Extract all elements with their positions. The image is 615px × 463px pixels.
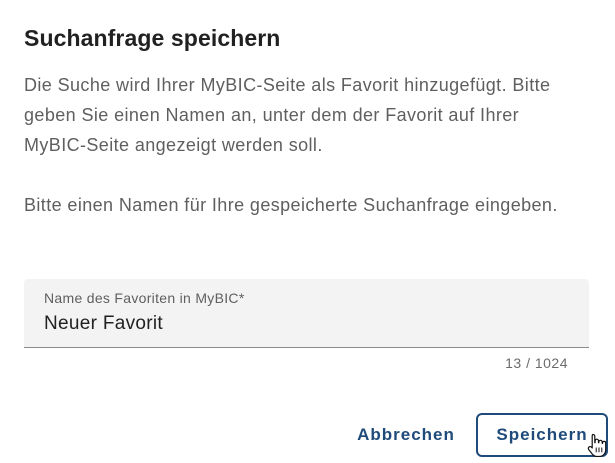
dialog-instruction: Bitte einen Namen für Ihre gespeicherte … [24, 195, 558, 215]
dialog-actions: Abbrechen Speichern [0, 413, 615, 459]
favorite-name-field[interactable]: Name des Favoriten in MyBIC* [24, 279, 589, 348]
cancel-button[interactable]: Abbrechen [348, 413, 464, 457]
favorite-name-input[interactable] [44, 311, 564, 337]
character-counter: 13 / 1024 [505, 355, 568, 371]
dialog-title: Suchanfrage speichern [24, 25, 281, 51]
favorite-name-label: Name des Favoriten in MyBIC* [44, 290, 245, 306]
dialog-content: Die Suche wird Ihrer MyBIC-Seite als Fav… [24, 70, 584, 220]
save-button[interactable]: Speichern [476, 413, 608, 457]
save-search-dialog: Suchanfrage speichern Die Suche wird Ihr… [0, 0, 615, 463]
dialog-description: Die Suche wird Ihrer MyBIC-Seite als Fav… [24, 75, 551, 155]
